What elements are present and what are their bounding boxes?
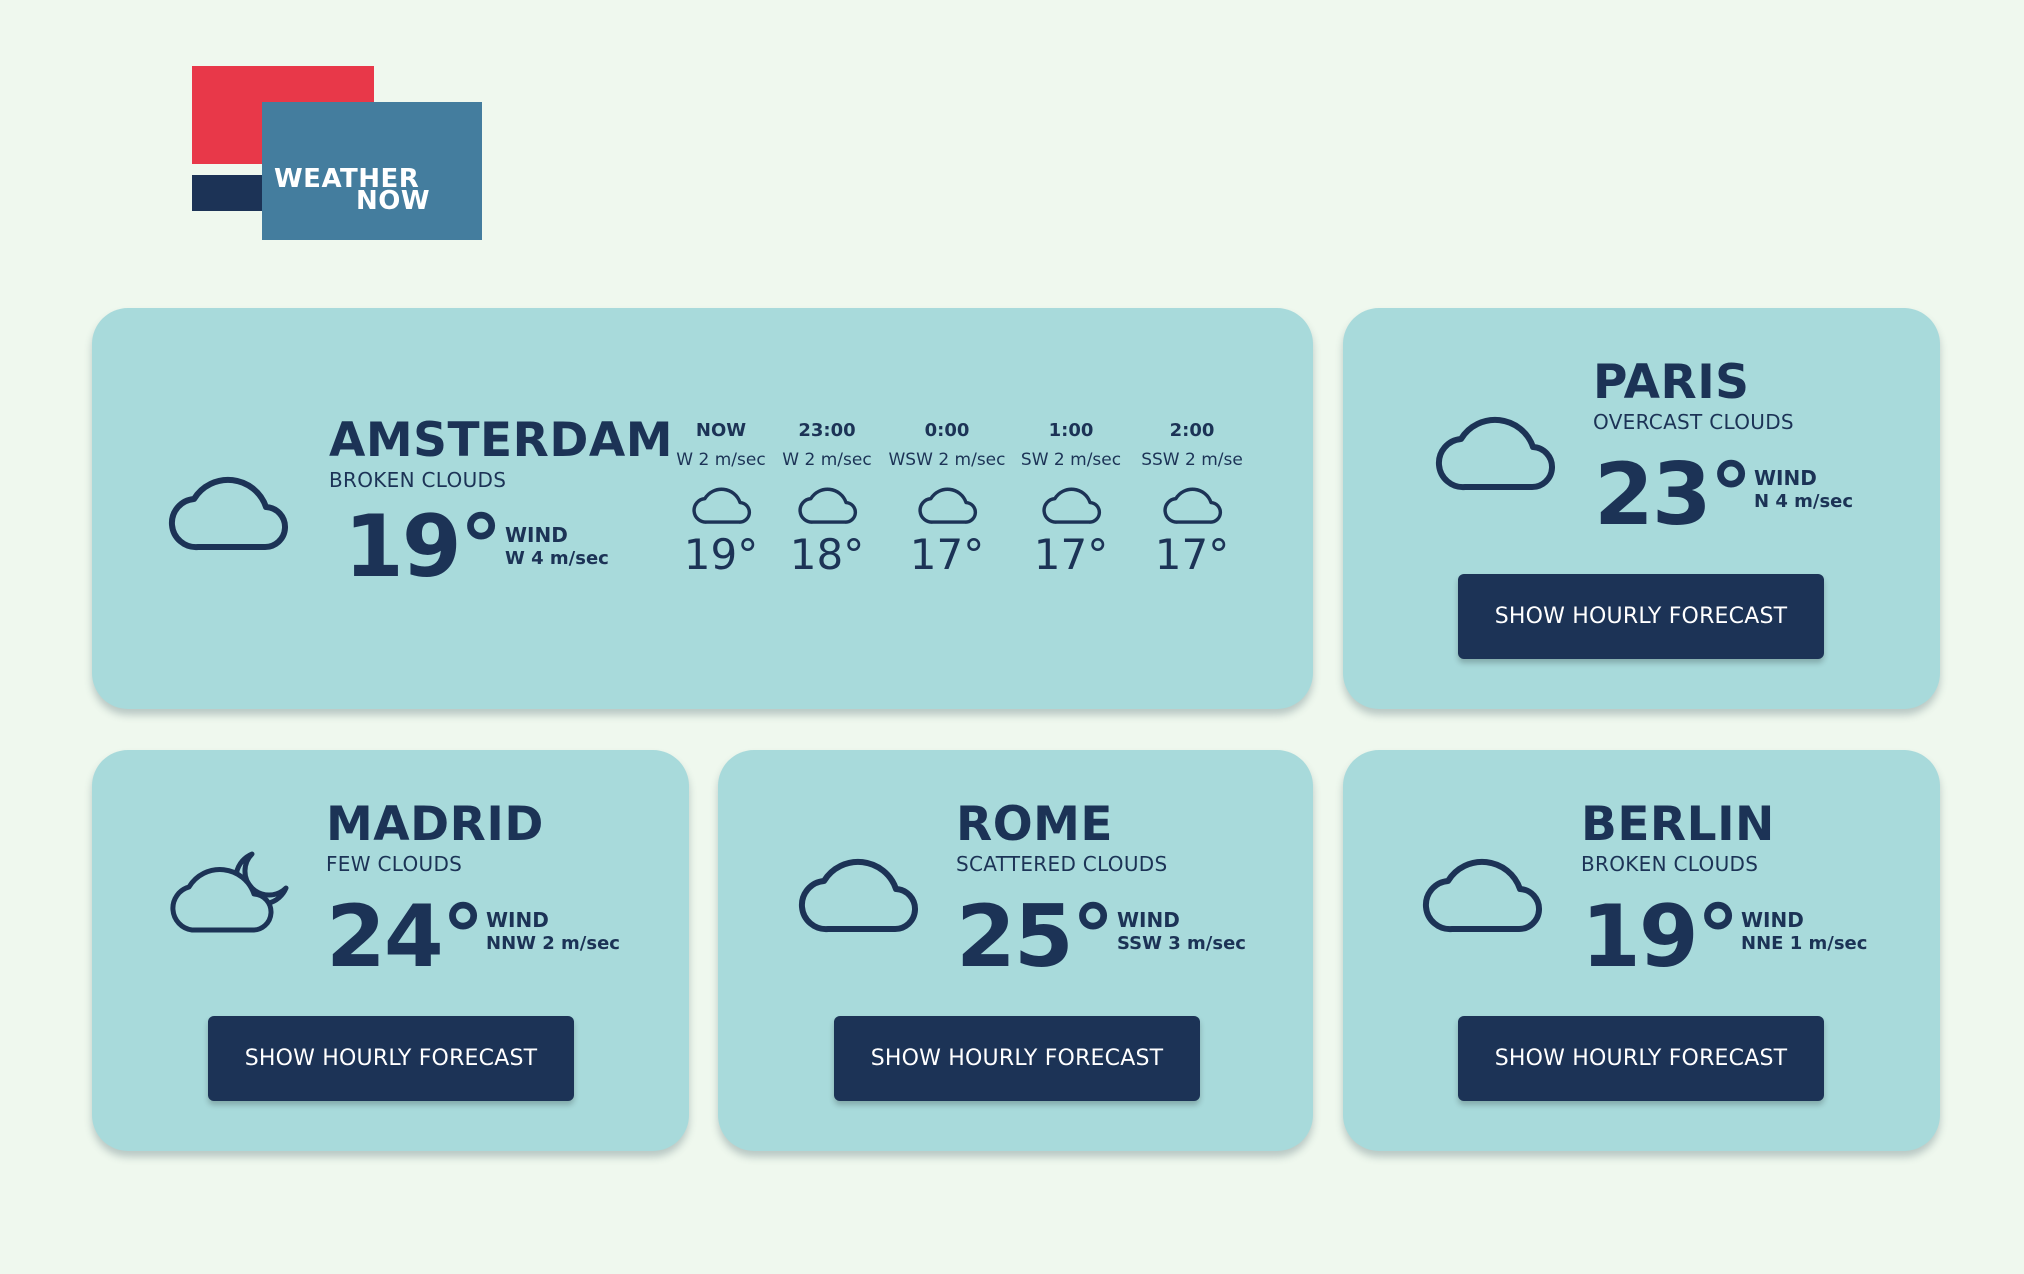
weather-condition: SCATTERED CLOUDS [956, 852, 1168, 876]
city-card-berlin: BERLIN BROKEN CLOUDS 19° WIND NNE 1 m/se… [1343, 750, 1940, 1151]
cloud-icon [1435, 416, 1556, 491]
weather-condition: OVERCAST CLOUDS [1593, 410, 1794, 434]
cloud-icon [1422, 858, 1543, 933]
cloud-icon [798, 487, 858, 524]
hour-time: 2:00 [1169, 420, 1215, 441]
wind-value: N 4 m/sec [1754, 491, 1854, 512]
hour-time: 1:00 [1048, 420, 1094, 441]
cloud-icon [692, 487, 752, 524]
logo-text-line2: NOW [356, 186, 431, 216]
cloud-icon [1042, 487, 1102, 524]
city-card-paris: PARIS OVERCAST CLOUDS 23° WIND N 4 m/sec… [1343, 308, 1940, 709]
wind-label: WIND [1117, 908, 1180, 932]
show-hourly-forecast-button[interactable]: SHOW HOURLY FORECAST [208, 1016, 574, 1101]
city-card-rome: ROME SCATTERED CLOUDS 25° WIND SSW 3 m/s… [718, 750, 1313, 1151]
current-temperature: 24° [326, 887, 485, 987]
weather-condition: BROKEN CLOUDS [329, 468, 507, 492]
city-name: PARIS [1593, 355, 1750, 410]
cloud-moon-icon [170, 851, 289, 933]
show-hourly-forecast-button[interactable]: SHOW HOURLY FORECAST [1458, 1016, 1824, 1101]
wind-label: WIND [1741, 908, 1804, 932]
hour-temperature: 17° [1033, 530, 1109, 579]
city-name: MADRID [326, 797, 544, 852]
wind-value: SSW 3 m/sec [1117, 933, 1246, 954]
cloud-icon [168, 476, 289, 551]
hour-wind: WSW 2 m/sec [888, 450, 1006, 470]
wind-label: WIND [505, 523, 568, 547]
city-card-madrid: MADRID FEW CLOUDS 24° WIND NNW 2 m/sec S… [92, 750, 689, 1151]
show-hourly-forecast-button[interactable]: SHOW HOURLY FORECAST [834, 1016, 1200, 1101]
current-temperature: 19° [344, 497, 503, 597]
hour-temperature: 17° [909, 530, 985, 579]
hour-time: 23:00 [798, 420, 856, 441]
cloud-icon [918, 487, 978, 524]
current-temperature: 19° [1581, 887, 1740, 987]
hour-wind: W 2 m/sec [782, 450, 872, 470]
cloud-icon [1163, 487, 1223, 524]
hour-temperature: 17° [1154, 530, 1230, 579]
wind-value: NNW 2 m/sec [486, 933, 620, 954]
city-name: BERLIN [1581, 797, 1775, 852]
cloud-icon [798, 858, 919, 933]
hour-wind: SW 2 m/sec [1020, 450, 1122, 470]
wind-label: WIND [486, 908, 549, 932]
wind-label: WIND [1754, 466, 1817, 490]
city-name: AMSTERDAM [329, 413, 674, 468]
weather-condition: FEW CLOUDS [326, 852, 463, 876]
wind-value: W 4 m/sec [505, 548, 609, 569]
show-hourly-forecast-button[interactable]: SHOW HOURLY FORECAST [1458, 574, 1824, 659]
hour-temperature: 18° [789, 530, 865, 579]
hour-time: 0:00 [924, 420, 970, 441]
current-temperature: 23° [1594, 445, 1753, 545]
weather-now-logo: WEATHER NOW [192, 66, 482, 240]
city-name: ROME [956, 797, 1114, 852]
city-card-amsterdam: AMSTERDAM BROKEN CLOUDS 19° WIND W 4 m/s… [92, 308, 1313, 709]
current-temperature: 25° [956, 887, 1115, 987]
weather-condition: BROKEN CLOUDS [1581, 852, 1759, 876]
hour-wind: SSW 2 m/se [1141, 450, 1243, 470]
wind-value: NNE 1 m/sec [1741, 933, 1868, 954]
